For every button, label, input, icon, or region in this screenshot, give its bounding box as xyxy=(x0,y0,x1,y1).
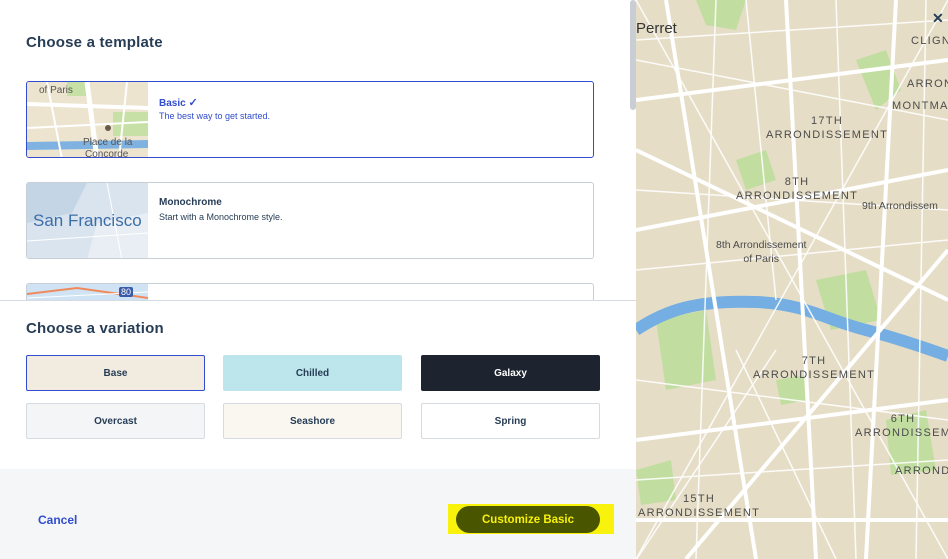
customize-button[interactable]: Customize Basic xyxy=(456,506,600,533)
thumb-label: Place de la xyxy=(83,137,133,148)
map-label: Perret xyxy=(636,20,677,37)
highway-shield-icon: 80 xyxy=(119,287,134,297)
template-description: Start with a Monochrome style. xyxy=(159,212,283,222)
variation-seashore-button[interactable]: Seashore xyxy=(223,403,402,439)
map-label: 15TH ARRONDISSEMENT xyxy=(638,493,761,519)
templates-title: Choose a template xyxy=(26,34,163,51)
variations-section: Choose a variation Base Chilled Galaxy O… xyxy=(0,301,636,469)
map-label: 6TH ARRONDISSEM xyxy=(855,413,948,439)
map-preview[interactable]: Perret CLIGN ARRON MONTMA 17TH ARRONDISS… xyxy=(636,0,948,559)
cancel-button[interactable]: Cancel xyxy=(38,513,77,527)
variation-spring-button[interactable]: Spring xyxy=(421,403,600,439)
variation-chilled-button[interactable]: Chilled xyxy=(223,355,402,391)
customize-highlight: Customize Basic xyxy=(448,504,614,534)
thumb-label: Concorde xyxy=(85,149,129,157)
template-card-monochrome[interactable]: San Francisco Monochrome Start with a Mo… xyxy=(26,182,594,259)
variation-base-button[interactable]: Base xyxy=(26,355,205,391)
variation-galaxy-button[interactable]: Galaxy xyxy=(421,355,600,391)
template-thumbnail-monochrome: San Francisco xyxy=(27,183,148,258)
variation-overcast-button[interactable]: Overcast xyxy=(26,403,205,439)
map-label: 9th Arrondissem xyxy=(862,200,938,212)
variations-title: Choose a variation xyxy=(26,320,164,337)
thumb-label: San Francisco xyxy=(33,211,142,230)
map-label: 7TH ARRONDISSEMENT xyxy=(753,355,876,381)
checkmark-icon: ✓ xyxy=(188,97,198,109)
template-name: Basic ✓ xyxy=(159,97,198,109)
template-description: The best way to get started. xyxy=(159,111,271,121)
map-label: 17TH ARRONDISSEMENT xyxy=(766,115,889,141)
map-label: ARROND xyxy=(895,465,948,477)
map-label: 8TH ARRONDISSEMENT xyxy=(736,176,859,202)
template-card-basic[interactable]: of Paris Place de la Concorde Basic ✓ Th… xyxy=(26,81,594,158)
map-label: MONTMA xyxy=(892,100,948,112)
template-chooser-panel: Choose a template of Paris Place de la C… xyxy=(0,0,636,559)
map-label: ARRON xyxy=(907,78,948,90)
thumb-label: of Paris xyxy=(39,85,73,96)
close-icon[interactable]: ✕ xyxy=(932,10,944,27)
dialog-footer: Cancel Customize Basic xyxy=(0,469,636,559)
map-label: CLIGN xyxy=(911,35,948,47)
template-thumbnail-basic: of Paris Place de la Concorde xyxy=(27,82,148,157)
template-name: Monochrome xyxy=(159,197,222,208)
map-label: 8th Arrondissement of Paris xyxy=(716,239,807,265)
